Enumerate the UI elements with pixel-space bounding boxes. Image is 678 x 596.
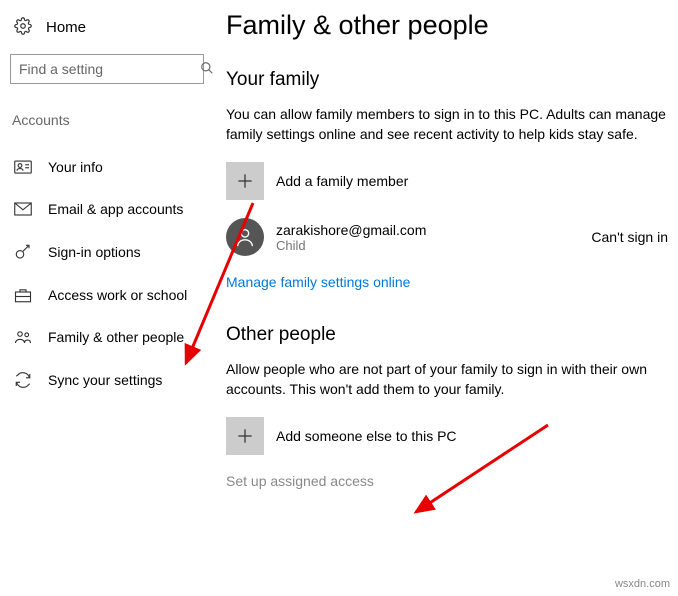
user-status: Can't sign in	[591, 229, 668, 245]
page-title: Family & other people	[226, 10, 668, 41]
people-icon	[14, 329, 32, 345]
sidebar-item-sync[interactable]: Sync your settings	[10, 358, 204, 402]
sidebar-item-signin[interactable]: Sign-in options	[10, 230, 204, 274]
other-people-heading: Other people	[226, 324, 668, 346]
add-family-member-button[interactable]: Add a family member	[226, 162, 668, 200]
add-family-label: Add a family member	[276, 173, 408, 189]
sidebar-item-email[interactable]: Email & app accounts	[10, 188, 204, 230]
gear-icon	[14, 17, 32, 38]
your-family-desc: You can allow family members to sign in …	[226, 105, 666, 144]
user-role: Child	[276, 238, 426, 253]
sidebar-item-label: Email & app accounts	[48, 201, 183, 217]
key-icon	[14, 243, 32, 261]
sync-icon	[14, 371, 32, 389]
add-other-user-button[interactable]: Add someone else to this PC	[226, 417, 668, 455]
watermark: wsxdn.com	[615, 578, 670, 590]
sidebar-item-label: Access work or school	[48, 287, 187, 303]
sidebar-item-label: Family & other people	[48, 329, 184, 345]
main-content: Family & other people Your family You ca…	[210, 0, 678, 596]
sidebar: Home Accounts Your info Email & app acco…	[0, 0, 210, 596]
home-label: Home	[46, 19, 86, 36]
search-field[interactable]	[19, 61, 200, 77]
avatar-icon	[226, 218, 264, 256]
other-people-desc: Allow people who are not part of your fa…	[226, 360, 666, 399]
sidebar-item-your-info[interactable]: Your info	[10, 146, 204, 188]
person-card-icon	[14, 160, 32, 174]
mail-icon	[14, 202, 32, 216]
family-user-row[interactable]: zarakishore@gmail.com Child Can't sign i…	[226, 218, 668, 256]
sidebar-item-family[interactable]: Family & other people	[10, 316, 204, 358]
user-email: zarakishore@gmail.com	[276, 222, 426, 238]
home-button[interactable]: Home	[10, 10, 204, 54]
plus-icon	[226, 417, 264, 455]
plus-icon	[226, 162, 264, 200]
your-family-heading: Your family	[226, 69, 668, 91]
category-label: Accounts	[10, 112, 204, 128]
sidebar-item-label: Your info	[48, 159, 103, 175]
search-input[interactable]	[10, 54, 204, 84]
assigned-access-link[interactable]: Set up assigned access	[226, 473, 374, 489]
manage-family-link[interactable]: Manage family settings online	[226, 274, 410, 290]
user-info: zarakishore@gmail.com Child	[276, 222, 426, 253]
sidebar-item-label: Sign-in options	[48, 244, 141, 260]
briefcase-icon	[14, 287, 32, 303]
sidebar-item-work[interactable]: Access work or school	[10, 274, 204, 316]
add-other-label: Add someone else to this PC	[276, 428, 457, 444]
sidebar-item-label: Sync your settings	[48, 372, 162, 388]
